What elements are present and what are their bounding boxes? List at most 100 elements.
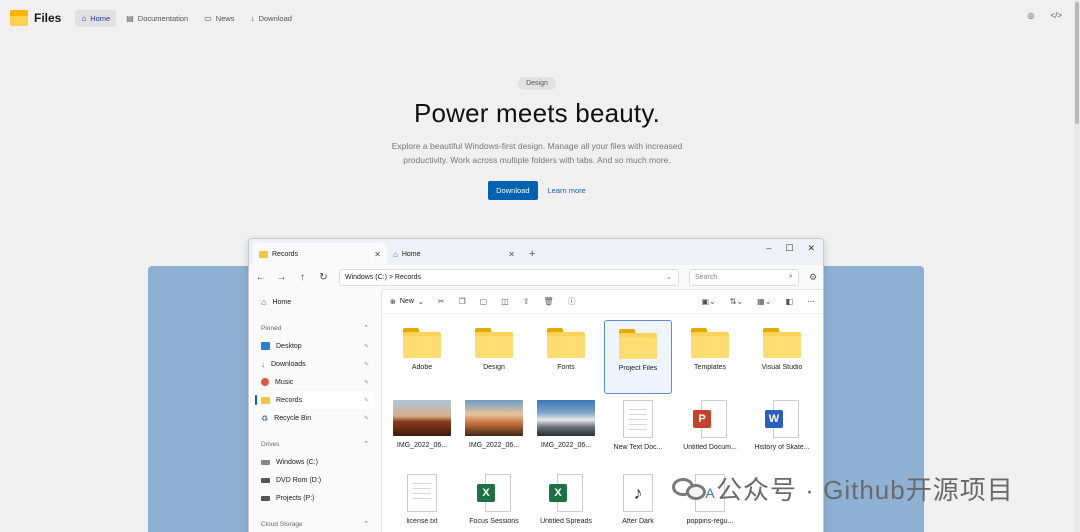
sidebar-section-pinned[interactable]: Pinned ⌃	[255, 319, 375, 337]
file-item[interactable]: IMG_2022_06...	[460, 394, 528, 468]
sidebar-item-label: Desktop	[276, 342, 302, 350]
code-icon[interactable]: </>	[1050, 11, 1062, 20]
tab-home-label: Home	[401, 250, 421, 258]
file-item[interactable]: Design	[460, 320, 528, 394]
pin-icon[interactable]: ✎	[364, 379, 369, 386]
sidebar-item-label: Recycle Bin	[274, 414, 312, 422]
file-name: Fonts	[557, 364, 575, 371]
delete-icon[interactable]: 🗑	[543, 297, 553, 306]
section-label: Cloud Storage	[261, 520, 303, 528]
copy-icon[interactable]: ❐	[458, 297, 465, 306]
page-scrollbar[interactable]	[1074, 0, 1080, 532]
hero-section: Design Power meets beauty. Explore a bea…	[0, 72, 1074, 200]
sidebar-item-records[interactable]: Records ✎	[255, 391, 375, 409]
sidebar-item-drive-p[interactable]: Projects (P:)	[255, 489, 375, 507]
file-name: poppins-regu...	[686, 518, 734, 525]
file-name: After Dark	[622, 518, 654, 525]
drive-icon	[261, 495, 270, 501]
sidebar-item-desktop[interactable]: Desktop ✎	[255, 337, 375, 355]
refresh-icon[interactable]: ↻	[318, 272, 329, 283]
file-item[interactable]: P Untitled Docum...	[676, 394, 744, 468]
watermark-text: 公众号 · Github开源项目	[716, 475, 1014, 505]
info-icon[interactable]: ⓘ	[568, 296, 576, 307]
close-tab-icon[interactable]: ✕	[508, 250, 515, 259]
file-item[interactable]: Templates	[676, 320, 744, 394]
sidebar-item-downloads[interactable]: ↓ Downloads ✎	[255, 355, 375, 373]
close-tab-icon[interactable]: ✕	[374, 250, 381, 259]
nav-home[interactable]: ⌂ Home	[75, 9, 117, 27]
chevron-up-icon[interactable]: ⌃	[363, 440, 369, 448]
download-button[interactable]: Download	[488, 181, 538, 200]
file-item[interactable]: Visual Studio	[748, 320, 816, 394]
sidebar-item-home[interactable]: ⌂ Home	[255, 293, 375, 311]
share-icon[interactable]: ⇪	[523, 297, 530, 306]
chevron-up-icon[interactable]: ⌃	[363, 324, 369, 332]
sidebar-item-drive-d[interactable]: DVD Rom (D:)	[255, 471, 375, 489]
excel-icon: X	[549, 474, 583, 512]
search-input[interactable]: Search ⌕	[688, 268, 799, 286]
download-icon: ↓	[250, 13, 255, 23]
search-icon: ⌕	[789, 273, 793, 280]
cut-icon[interactable]: ✂	[438, 297, 445, 306]
close-window-icon[interactable]: ✕	[807, 243, 815, 254]
group-icon[interactable]: ▣⌄	[702, 297, 716, 306]
pin-icon[interactable]: ✎	[364, 415, 369, 422]
learn-more-link[interactable]: Learn more	[548, 186, 586, 195]
rename-icon[interactable]: ◫	[501, 297, 509, 306]
sidebar-section-drives[interactable]: Drives ⌃	[255, 435, 375, 453]
file-item-selected[interactable]: Project Files	[604, 320, 672, 394]
file-item[interactable]: IMG_2022_06...	[388, 394, 456, 468]
file-item[interactable]: IMG_2022_06...	[532, 394, 600, 468]
folder-icon	[475, 326, 513, 358]
sidebar-section-cloud[interactable]: Cloud Storage ⌃	[255, 515, 375, 532]
tab-records[interactable]: Records ✕	[253, 243, 387, 265]
scrollbar-thumb[interactable]	[1075, 2, 1079, 124]
add-tab-icon[interactable]: +	[529, 248, 535, 260]
gear-icon[interactable]: ⚙	[809, 272, 817, 283]
file-item[interactable]: Fonts	[532, 320, 600, 394]
file-item[interactable]: W History of Skate...	[748, 394, 816, 468]
path-input[interactable]: Windows (C:) > Records ⌄	[338, 268, 679, 286]
forward-arrow-icon[interactable]: →	[276, 272, 287, 283]
pin-icon[interactable]: ✎	[364, 397, 369, 404]
up-arrow-icon[interactable]: ↑	[297, 272, 308, 283]
folder-icon	[691, 326, 729, 358]
more-icon[interactable]: ⋯	[807, 297, 815, 306]
pin-icon[interactable]: ✎	[364, 361, 369, 368]
tab-home[interactable]: ⌂ Home ✕	[387, 243, 521, 265]
preview-pane-icon[interactable]: ◧	[785, 297, 793, 306]
file-item[interactable]: Adobe	[388, 320, 456, 394]
file-item[interactable]: New Text Doc...	[604, 394, 672, 468]
chevron-up-icon[interactable]: ⌃	[363, 520, 369, 528]
desktop-icon	[261, 342, 270, 350]
file-item[interactable]: ♪ After Dark	[604, 468, 672, 532]
sort-icon[interactable]: ⇅⌄	[730, 297, 743, 306]
file-name: Visual Studio	[761, 364, 803, 371]
sidebar-item-label: Music	[275, 378, 294, 386]
nav-news[interactable]: ▭ News	[198, 10, 240, 27]
file-item[interactable]: X Untitled Spreads	[532, 468, 600, 532]
new-button[interactable]: ⊕ New ⌄	[390, 298, 424, 306]
nav-download[interactable]: ↓ Download	[245, 10, 298, 27]
minimize-icon[interactable]: –	[766, 243, 771, 254]
brand-logo[interactable]: Files	[10, 10, 61, 26]
file-name: Untitled Docum...	[683, 444, 737, 451]
music-file-icon: ♪	[623, 474, 653, 512]
layout-icon[interactable]: ▦⌄	[757, 297, 771, 306]
wechat-logo-icon	[672, 474, 708, 504]
file-name: IMG_2022_06...	[468, 442, 520, 449]
chevron-down-icon[interactable]: ⌄	[666, 273, 672, 281]
file-item[interactable]: license.txt	[388, 468, 456, 532]
nav-documentation-label: Documentation	[137, 13, 189, 23]
chat-icon[interactable]: ◎	[1027, 11, 1034, 20]
section-label: Drives	[261, 440, 280, 448]
pin-icon[interactable]: ✎	[364, 343, 369, 350]
nav-documentation[interactable]: ▤ Documentation	[120, 10, 194, 27]
maximize-icon[interactable]: ☐	[785, 243, 793, 254]
sidebar-item-drive-c[interactable]: Windows (C:)	[255, 453, 375, 471]
paste-icon[interactable]: ▢	[480, 297, 488, 306]
file-item[interactable]: X Focus Sessions	[460, 468, 528, 532]
sidebar-item-music[interactable]: Music ✎	[255, 373, 375, 391]
sidebar-item-recycle-bin[interactable]: ♻ Recycle Bin ✎	[255, 409, 375, 427]
back-arrow-icon[interactable]: ←	[255, 272, 266, 283]
